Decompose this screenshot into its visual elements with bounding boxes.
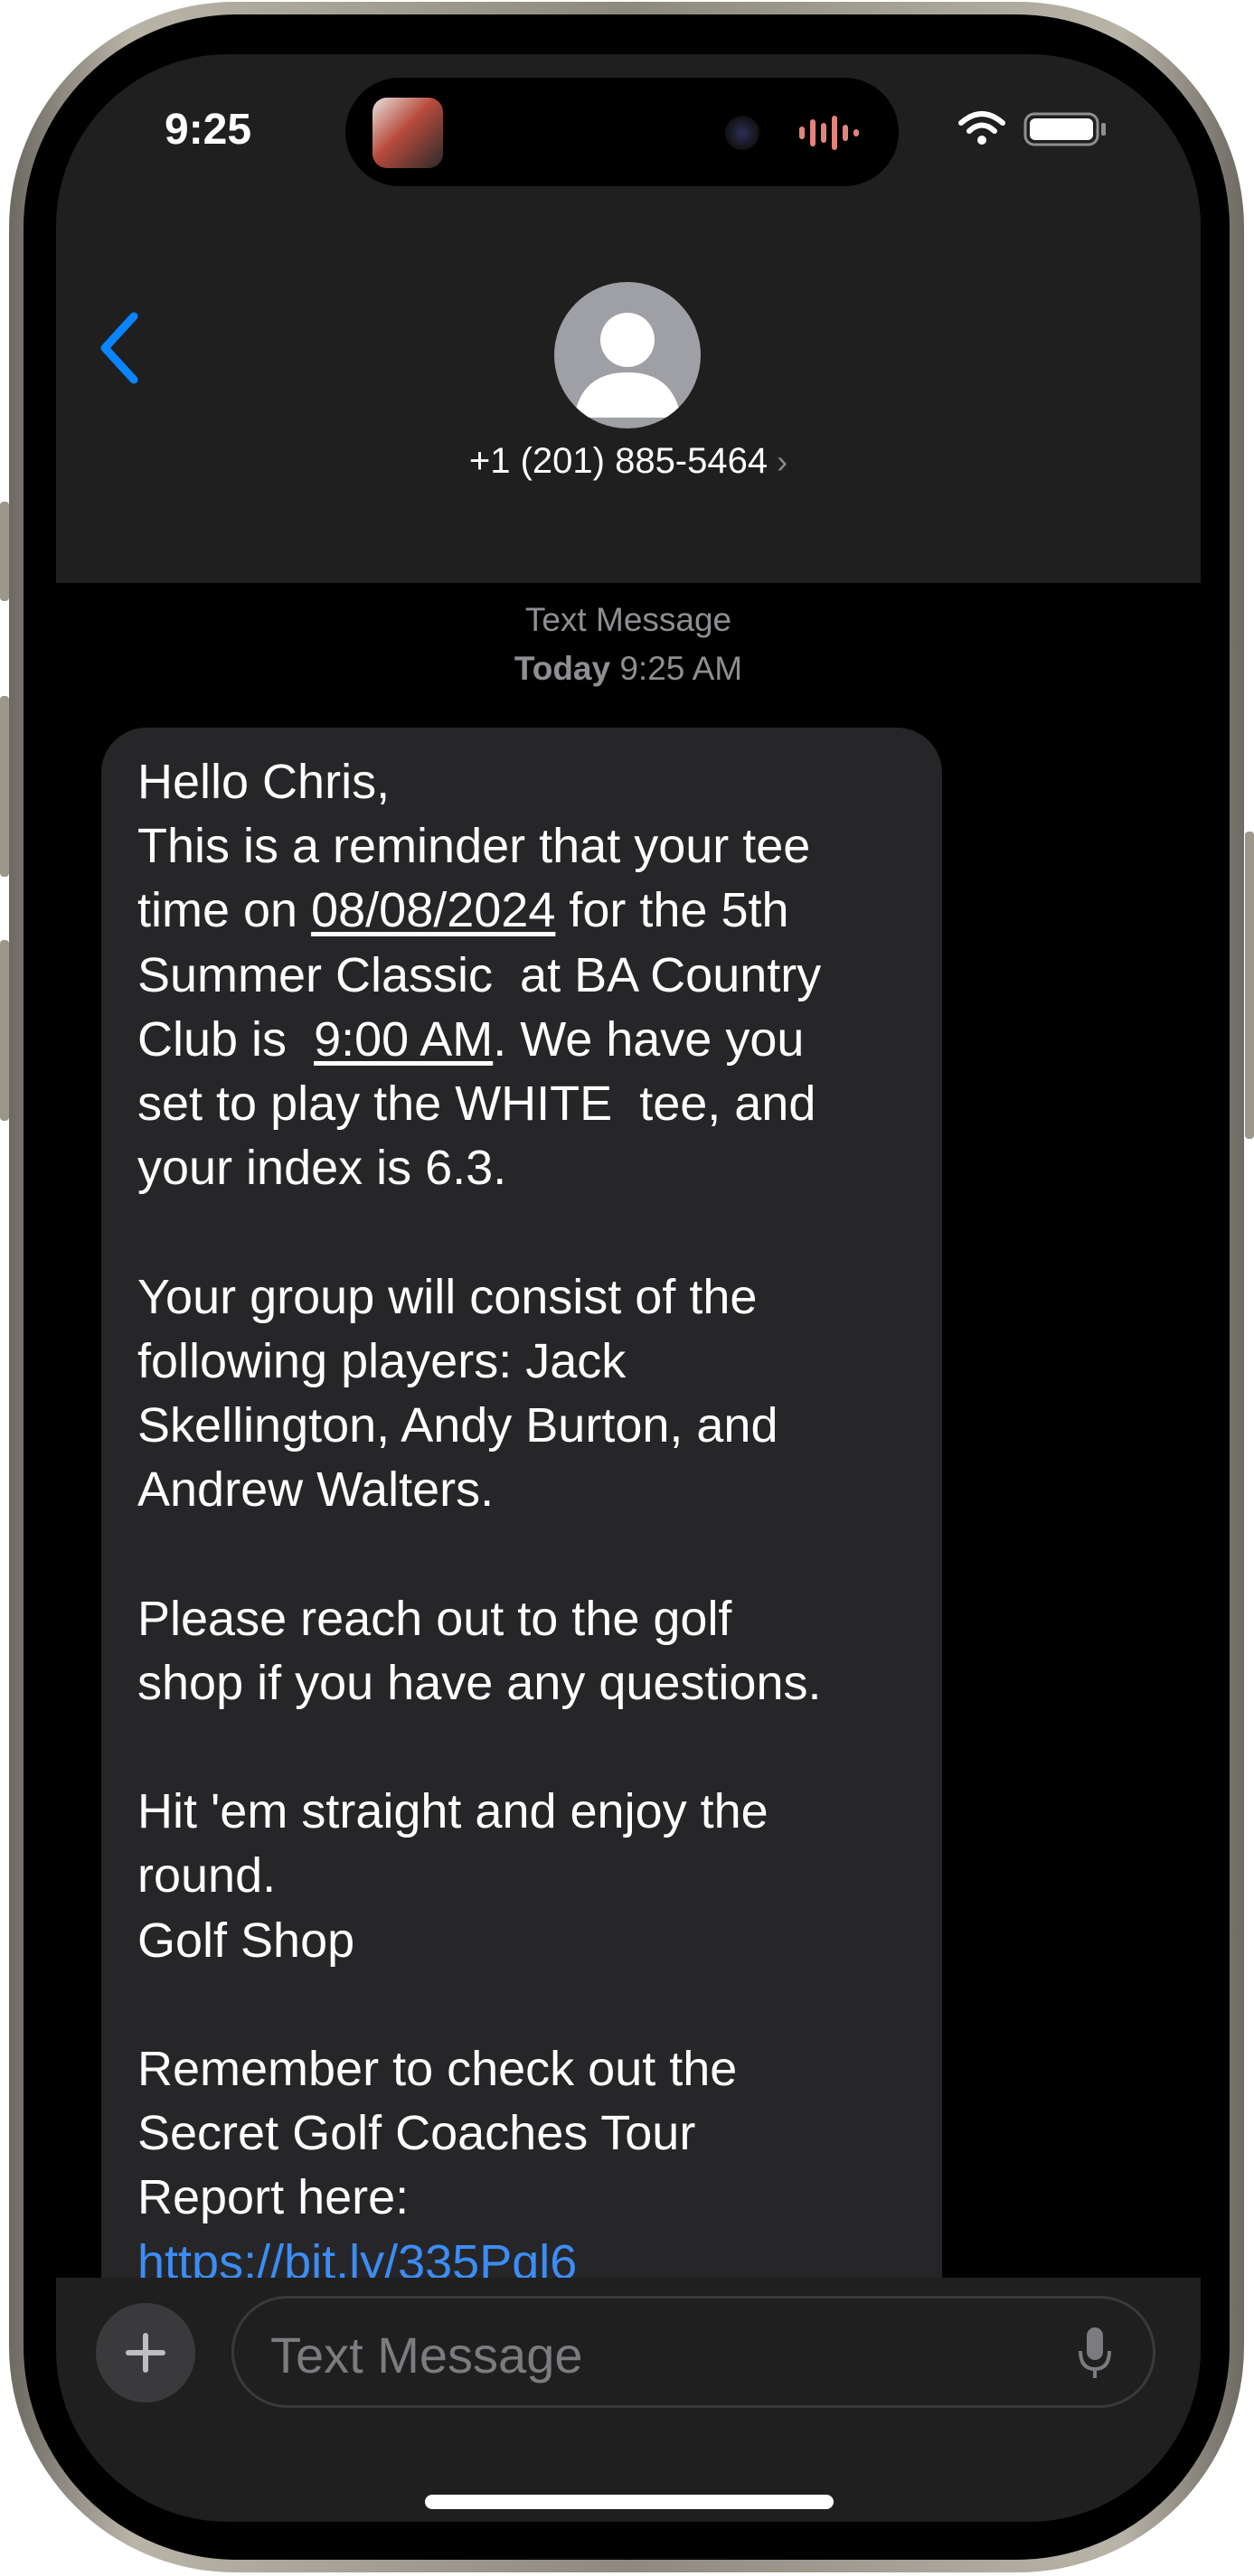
message-line: time on — [137, 883, 312, 938]
incoming-message-bubble[interactable]: Hello Chris, This is a reminder that you… — [101, 728, 942, 2355]
message-line: set to play the WHITE tee, and — [137, 1076, 816, 1132]
service-label: Text Message — [524, 601, 732, 638]
timestamp-day: Today — [514, 650, 611, 687]
status-bar: 9:25 — [56, 54, 1201, 235]
message-line: your index is 6.3. — [137, 1141, 507, 1196]
power-button — [1245, 832, 1254, 1139]
message-line: shop if you have any questions. — [137, 1655, 822, 1710]
wifi-icon — [958, 111, 1005, 145]
message-line: Remember to check out the — [137, 2042, 738, 2097]
front-camera-icon — [725, 116, 759, 150]
now-playing-album-art — [372, 98, 443, 168]
message-line: Club is — [137, 1011, 315, 1067]
time-detected-link[interactable]: 9:00 AM — [314, 1012, 493, 1067]
message-input-placeholder: Text Message — [270, 2327, 583, 2383]
message-line: Andrew Walters. — [137, 1462, 495, 1518]
contact-avatar[interactable] — [554, 282, 701, 428]
message-composer: Text Message — [56, 2278, 1201, 2522]
plus-icon[interactable] — [96, 2303, 195, 2402]
message-line: following players: Jack — [137, 1333, 627, 1388]
timestamp: Today 9:25 AM — [56, 644, 1201, 693]
message-line: Summer Classic at BA Country — [137, 947, 822, 1002]
message-line: Golf Shop — [137, 1913, 355, 1968]
phone-screen: 9:25 +1 (201) 885-5464 › Text Message To… — [56, 54, 1201, 2522]
status-icons — [958, 111, 1106, 146]
message-thread[interactable]: Text Message Today 9:25 AM Hello Chris, … — [56, 583, 1201, 2355]
action-button — [0, 502, 9, 601]
message-line: This is a reminder that your tee — [137, 819, 811, 874]
message-line: Skellington, Andy Burton, and — [137, 1398, 778, 1453]
volume-up-button — [0, 696, 9, 877]
message-line: Report here: — [137, 2170, 410, 2225]
contact-name-row[interactable]: +1 (201) 885-5464 › — [56, 441, 1201, 482]
conversation-header: +1 (201) 885-5464 › — [56, 235, 1201, 583]
audio-waveform-icon — [799, 116, 859, 150]
message-line: Please reach out to the golf — [137, 1591, 732, 1646]
message-text: Hello Chris, This is a reminder that you… — [137, 750, 933, 2295]
microphone-icon[interactable] — [1077, 2326, 1113, 2382]
back-chevron-icon[interactable] — [92, 307, 146, 389]
home-indicator[interactable] — [425, 2495, 834, 2509]
dynamic-island[interactable] — [345, 78, 899, 186]
contact-name: +1 (201) 885-5464 — [468, 441, 768, 481]
status-time: 9:25 — [165, 106, 252, 154]
message-line: . We have you — [493, 1011, 805, 1067]
message-line: Your group will consist of the — [137, 1269, 758, 1324]
person-icon — [574, 313, 681, 418]
contact-details-chevron-icon: › — [777, 443, 788, 480]
message-line: Hello Chris, — [137, 755, 391, 809]
message-input[interactable]: Text Message — [231, 2296, 1155, 2408]
timestamp-time: 9:25 AM — [619, 650, 743, 687]
message-line: Secret Golf Coaches Tour — [137, 2106, 696, 2161]
message-line: Hit 'em straight and enjoy the — [137, 1784, 768, 1839]
date-detected-link[interactable]: 08/08/2024 — [311, 883, 555, 937]
message-line: for the 5th — [555, 883, 789, 938]
volume-down-button — [0, 940, 9, 1121]
battery-icon — [1023, 112, 1106, 146]
message-line: round. — [137, 1848, 277, 1904]
